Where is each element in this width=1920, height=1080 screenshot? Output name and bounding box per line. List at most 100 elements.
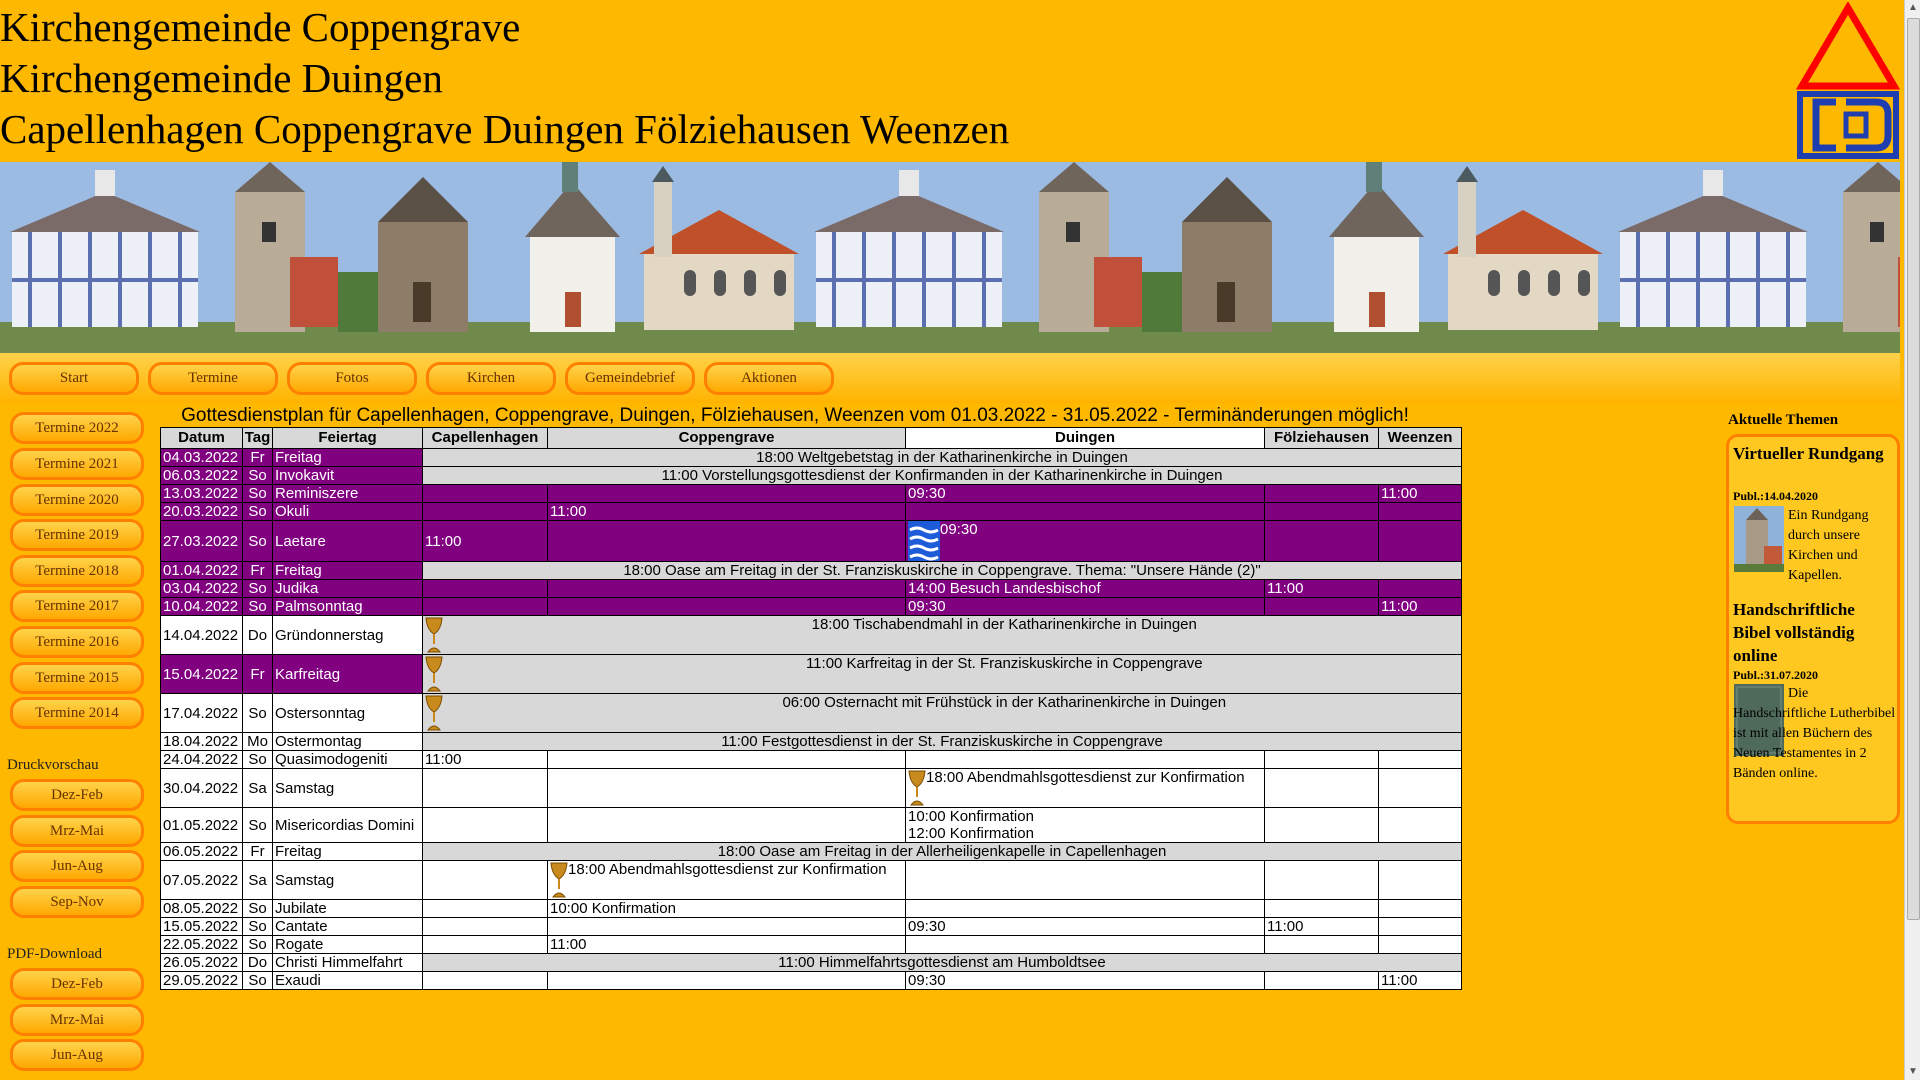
row-cell: 11:00 (1264, 917, 1379, 936)
row-cell (422, 971, 548, 990)
row-cell: 18:00 Abendmahlsgottesdienst zur Konfirm… (905, 768, 1265, 808)
nav-kirchen-button[interactable]: Kirchen (426, 362, 556, 395)
row-day: So (242, 971, 273, 990)
row-cell (547, 768, 906, 808)
sidebar-termine-2019[interactable]: Termine 2019 (10, 519, 144, 551)
row-holiday: Ostersonntag (272, 693, 423, 733)
table-row: 01.04.2022 Fr Freitag 18:00 Oase am Freitag… (160, 561, 1462, 580)
table-row: 22.05.2022 So Rogate 11:00 (160, 935, 1462, 954)
sidebar-druck-dez-feb[interactable]: Dez-Feb (10, 779, 144, 811)
row-cell (1264, 971, 1379, 990)
row-cell (1264, 935, 1379, 954)
current-topics-heading: Aktuelle Themen (1728, 412, 1839, 428)
row-holiday: Freitag (272, 561, 423, 580)
row-day: So (242, 484, 273, 503)
parish-logo-icon[interactable] (1796, 2, 1900, 160)
topic-handwritten-bible-text: Die Handschriftliche Lutherbibel ist mit… (1733, 686, 1896, 781)
sidebar-termine-2022[interactable]: Termine 2022 (10, 412, 144, 444)
row-holiday: Laetare (272, 520, 423, 562)
row-cell (905, 750, 1265, 769)
row-cell (1264, 768, 1379, 808)
nav-termine-button[interactable]: Termine (148, 362, 278, 395)
row-span-event: 18:00 Oase am Freitag in der St. Franzis… (422, 561, 1462, 580)
row-cell (905, 899, 1265, 918)
sidebar-termine-2016[interactable]: Termine 2016 (10, 626, 144, 658)
nav-gemeindebrief-button[interactable]: Gemeindebrief (565, 362, 695, 395)
sidebar-pdf-dez-feb[interactable]: Dez-Feb (10, 968, 144, 1000)
table-row: 14.04.2022 Do Gründonnerstag 18:00 Tischabe… (160, 615, 1462, 655)
scrollbar-thumb[interactable] (1907, 18, 1920, 920)
scroll-up-arrow-icon[interactable]: ▲ (1905, 0, 1920, 16)
row-day: So (242, 579, 273, 598)
scroll-down-arrow-icon[interactable]: ▼ (1905, 1064, 1920, 1080)
topic-handwritten-bible-link[interactable]: Handschriftliche Bibel vollständig onlin… (1733, 598, 1893, 667)
row-cell (547, 484, 906, 503)
row-date: 06.05.2022 (160, 842, 243, 861)
row-day: So (242, 502, 273, 521)
page-scrollbar[interactable]: ▲ ▼ (1904, 0, 1920, 1080)
row-span-event: 18:00 Oase am Freitag in der Allerheilig… (422, 842, 1462, 861)
table-row: 04.03.2022 Fr Freitag 18:00 Weltgebetstag i… (160, 448, 1462, 467)
sidebar-druck-sep-nov[interactable]: Sep-Nov (10, 886, 144, 918)
sidebar-termine-2021[interactable]: Termine 2021 (10, 448, 144, 480)
row-cell (1378, 935, 1462, 954)
sidebar-druck-mrz-mai[interactable]: Mrz-Mai (10, 815, 144, 847)
sidebar-pdf-jun-aug[interactable]: Jun-Aug (10, 1039, 144, 1071)
church-photo (634, 162, 804, 353)
church-tower-thumbnail-icon[interactable] (1734, 506, 1784, 572)
sidebar-termine-2015[interactable]: Termine 2015 (10, 662, 144, 694)
table-row: 06.03.2022 So Invokavit 11:00 Vorstellungsg… (160, 466, 1462, 485)
row-holiday: Samstag (272, 768, 423, 808)
row-cell (1264, 502, 1379, 521)
row-cell (1378, 807, 1462, 843)
table-row: 07.05.2022 Sa Samstag 18:00 Abendmahlsgotte… (160, 860, 1462, 900)
topic-virtual-tour-link[interactable]: Virtueller Rundgang (1733, 442, 1893, 465)
sidebar-termine-2014[interactable]: Termine 2014 (10, 697, 144, 729)
column-header-feiertag: Feiertag (272, 427, 423, 449)
table-row: 30.04.2022 Sa Samstag 18:00 Abendmahlsgotte… (160, 768, 1462, 808)
site-header: Kirchengemeinde Coppengrave Kirchengemei… (0, 0, 1900, 160)
site-title-line-3: Capellenhagen Coppengrave Duingen Fölzie… (0, 106, 1010, 152)
cell-text: 09:30 (940, 521, 978, 539)
baptism-icon (908, 521, 940, 561)
row-cell (422, 860, 548, 900)
row-cell (905, 860, 1265, 900)
row-day: Mo (242, 732, 273, 751)
row-holiday: Ostermontag (272, 732, 423, 751)
chalice-icon (425, 617, 443, 653)
topic-handwritten-bible-date: Publ.:31.07.2020 (1733, 668, 1819, 682)
row-cell: 11:00 (1378, 971, 1462, 990)
row-cell (1264, 484, 1379, 503)
row-holiday: Exaudi (272, 971, 423, 990)
row-date: 24.04.2022 (160, 750, 243, 769)
church-photo (210, 162, 338, 353)
row-date: 15.05.2022 (160, 917, 243, 936)
church-photo (1818, 162, 1900, 353)
row-day: Fr (242, 654, 273, 694)
row-cell (1264, 597, 1379, 616)
church-photo (1014, 162, 1142, 353)
row-holiday: Karfreitag (272, 654, 423, 694)
table-row: 13.03.2022 So Reminiszere 09:30 11:00 (160, 484, 1462, 503)
nav-aktionen-button[interactable]: Aktionen (704, 362, 834, 395)
row-holiday: Freitag (272, 842, 423, 861)
row-day: Fr (242, 842, 273, 861)
sidebar-pdf-mrz-mai[interactable]: Mrz-Mai (10, 1004, 144, 1036)
row-span-event: 06:00 Osternacht mit Frühstück in der Ka… (547, 693, 1462, 733)
row-holiday: Palmsonntag (272, 597, 423, 616)
table-row: 24.04.2022 So Quasimodogeniti 11:00 (160, 750, 1462, 769)
sidebar-termine-2020[interactable]: Termine 2020 (10, 484, 144, 516)
sidebar-druckvorschau-heading: Druckvorschau (7, 757, 99, 773)
row-holiday: Reminiszere (272, 484, 423, 503)
church-photo (1314, 162, 1438, 353)
nav-fotos-button[interactable]: Fotos (287, 362, 417, 395)
nav-start-button[interactable]: Start (9, 362, 139, 395)
sidebar-termine-2017[interactable]: Termine 2017 (10, 590, 144, 622)
sidebar-termine-2018[interactable]: Termine 2018 (10, 555, 144, 587)
sidebar-druck-jun-aug[interactable]: Jun-Aug (10, 850, 144, 882)
row-cell (422, 484, 548, 503)
row-date: 27.03.2022 (160, 520, 243, 562)
row-date: 01.05.2022 (160, 807, 243, 843)
row-span-event: 18:00 Weltgebetstag in der Katharinenkir… (422, 448, 1462, 467)
church-photo (1142, 162, 1314, 353)
